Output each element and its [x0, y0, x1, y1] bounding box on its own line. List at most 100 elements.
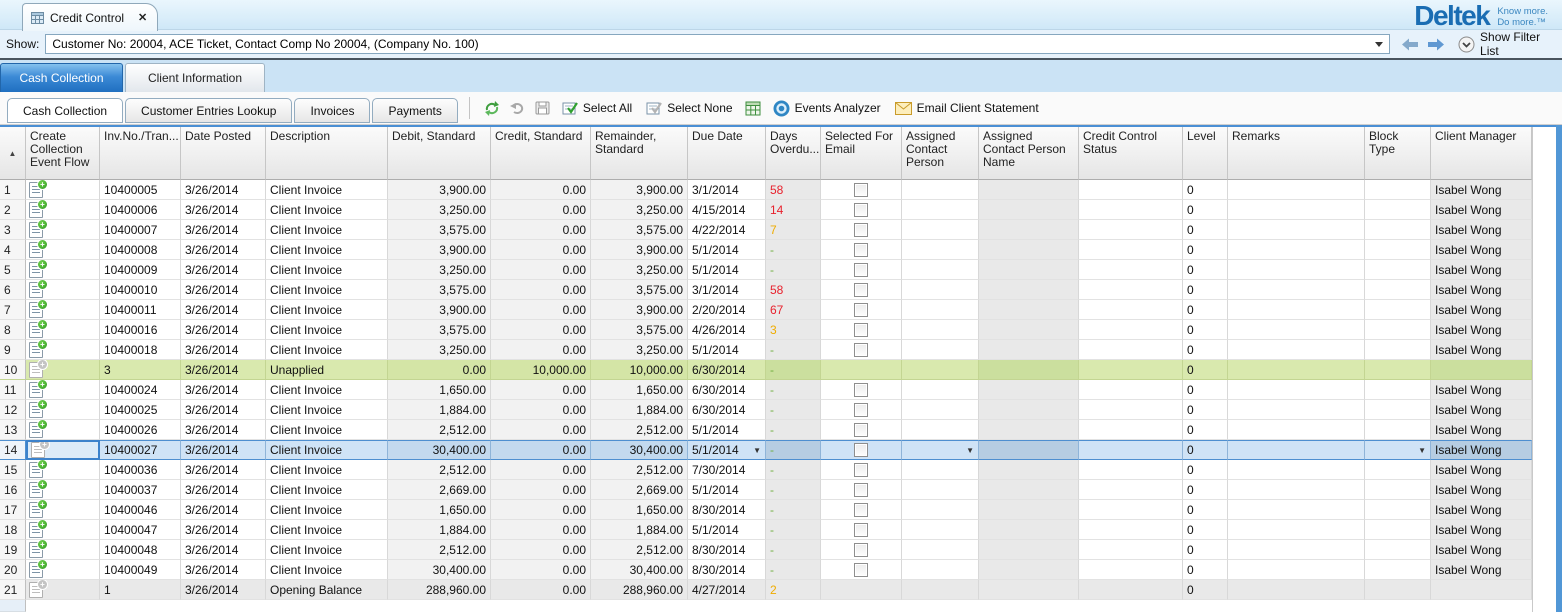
show-filter-list-button[interactable]: Show Filter List: [1458, 30, 1562, 58]
cell-level[interactable]: 0: [1183, 560, 1228, 580]
cell-date-posted[interactable]: 3/26/2014: [181, 300, 266, 320]
cell-due-date[interactable]: 6/30/2014: [688, 400, 766, 420]
create-collection-event-flow-cell[interactable]: +: [26, 240, 100, 260]
cell-assigned-contact-person[interactable]: [902, 580, 979, 600]
cell-description[interactable]: Client Invoice: [266, 260, 388, 280]
cell-due-date[interactable]: 4/27/2014: [688, 580, 766, 600]
cell-credit-control-status[interactable]: [1079, 500, 1183, 520]
subtab-invoices[interactable]: Invoices: [294, 98, 370, 123]
cell-block-type[interactable]: [1365, 540, 1431, 560]
column-header-block-type[interactable]: Block Type: [1365, 127, 1431, 180]
cell-assigned-contact-person[interactable]: [902, 340, 979, 360]
create-event-flow-icon[interactable]: +: [29, 382, 43, 398]
cell-due-date[interactable]: 8/30/2014: [688, 500, 766, 520]
row-number[interactable]: 8: [0, 320, 26, 340]
cell-block-type[interactable]: [1365, 500, 1431, 520]
cell-remarks[interactable]: [1228, 500, 1365, 520]
column-header-inv-no-tran[interactable]: Inv.No./Tran...: [100, 127, 181, 180]
dropdown-arrow-icon[interactable]: ▼: [963, 446, 974, 455]
column-header-selected-for-email[interactable]: Selected For Email: [821, 127, 902, 180]
cell-remarks[interactable]: [1228, 220, 1365, 240]
table-row[interactable]: 16+104000373/26/2014Client Invoice2,669.…: [0, 480, 1532, 500]
cell-due-date[interactable]: 8/30/2014: [688, 540, 766, 560]
table-row[interactable]: 9+104000183/26/2014Client Invoice3,250.0…: [0, 340, 1532, 360]
email-checkbox[interactable]: [854, 463, 868, 477]
cell-level[interactable]: 0: [1183, 440, 1228, 460]
cell-invoice-number[interactable]: 10400011: [100, 300, 181, 320]
next-arrow-icon[interactable]: [1427, 38, 1444, 51]
create-event-flow-icon[interactable]: +: [29, 322, 43, 338]
cell-assigned-contact-person[interactable]: ▼: [902, 440, 979, 460]
close-icon[interactable]: ✕: [138, 11, 147, 24]
cell-remarks[interactable]: [1228, 300, 1365, 320]
email-checkbox[interactable]: [854, 563, 868, 577]
save-icon[interactable]: [535, 101, 550, 115]
cell-block-type[interactable]: [1365, 380, 1431, 400]
cell-remarks[interactable]: [1228, 240, 1365, 260]
create-collection-event-flow-cell[interactable]: +: [26, 580, 100, 600]
cell-credit-control-status[interactable]: [1079, 520, 1183, 540]
cell-assigned-contact-person[interactable]: [902, 560, 979, 580]
column-header-credit-control-status[interactable]: Credit Control Status: [1079, 127, 1183, 180]
cell-assigned-contact-person[interactable]: [902, 360, 979, 380]
cell-assigned-contact-person[interactable]: [902, 220, 979, 240]
cell-level[interactable]: 0: [1183, 220, 1228, 240]
row-number[interactable]: 10: [0, 360, 26, 380]
cell-description[interactable]: Client Invoice: [266, 460, 388, 480]
table-row[interactable]: 14+104000273/26/2014Client Invoice30,400…: [0, 440, 1532, 460]
cell-invoice-number[interactable]: 10400049: [100, 560, 181, 580]
create-collection-event-flow-cell[interactable]: +: [26, 220, 100, 240]
table-row[interactable]: 7+104000113/26/2014Client Invoice3,900.0…: [0, 300, 1532, 320]
cell-invoice-number[interactable]: 10400007: [100, 220, 181, 240]
cell-remarks[interactable]: [1228, 340, 1365, 360]
cell-selected-for-email[interactable]: [821, 400, 902, 420]
cell-block-type[interactable]: [1365, 520, 1431, 540]
table-row[interactable]: 10+33/26/2014Unapplied0.0010,000.0010,00…: [0, 360, 1532, 380]
create-event-flow-icon[interactable]: +: [29, 182, 43, 198]
cell-description[interactable]: Client Invoice: [266, 240, 388, 260]
cell-date-posted[interactable]: 3/26/2014: [181, 380, 266, 400]
cell-due-date[interactable]: 6/30/2014: [688, 380, 766, 400]
email-checkbox[interactable]: [854, 263, 868, 277]
cell-block-type[interactable]: [1365, 240, 1431, 260]
cell-credit-control-status[interactable]: [1079, 200, 1183, 220]
table-row[interactable]: 13+104000263/26/2014Client Invoice2,512.…: [0, 420, 1532, 440]
cell-credit-control-status[interactable]: [1079, 220, 1183, 240]
cell-level[interactable]: 0: [1183, 240, 1228, 260]
email-checkbox[interactable]: [854, 403, 868, 417]
cell-description[interactable]: Client Invoice: [266, 400, 388, 420]
cell-remarks[interactable]: [1228, 440, 1365, 460]
cell-selected-for-email[interactable]: [821, 320, 902, 340]
create-event-flow-icon[interactable]: +: [29, 502, 43, 518]
cell-block-type[interactable]: [1365, 400, 1431, 420]
cell-selected-for-email[interactable]: [821, 180, 902, 200]
cell-credit-control-status[interactable]: [1079, 340, 1183, 360]
cell-credit-control-status[interactable]: [1079, 180, 1183, 200]
row-number[interactable]: 2: [0, 200, 26, 220]
email-checkbox[interactable]: [854, 523, 868, 537]
cell-level[interactable]: 0: [1183, 480, 1228, 500]
column-header-marker[interactable]: ▲: [0, 127, 26, 180]
cell-remarks[interactable]: [1228, 380, 1365, 400]
cell-assigned-contact-person[interactable]: [902, 460, 979, 480]
cell-invoice-number[interactable]: 10400046: [100, 500, 181, 520]
create-event-flow-icon[interactable]: +: [29, 542, 43, 558]
dropdown-arrow-icon[interactable]: [1375, 42, 1383, 47]
cell-description[interactable]: Client Invoice: [266, 180, 388, 200]
email-checkbox[interactable]: [854, 223, 868, 237]
cell-selected-for-email[interactable]: [821, 440, 902, 460]
cell-level[interactable]: 0: [1183, 520, 1228, 540]
refresh-icon[interactable]: [484, 101, 500, 116]
create-collection-event-flow-cell[interactable]: +: [26, 480, 100, 500]
cell-level[interactable]: 0: [1183, 300, 1228, 320]
cell-invoice-number[interactable]: 10400026: [100, 420, 181, 440]
create-collection-event-flow-cell[interactable]: +: [26, 560, 100, 580]
cell-invoice-number[interactable]: 10400009: [100, 260, 181, 280]
cell-level[interactable]: 0: [1183, 420, 1228, 440]
cell-description[interactable]: Client Invoice: [266, 420, 388, 440]
cell-level[interactable]: 0: [1183, 500, 1228, 520]
cell-assigned-contact-person[interactable]: [902, 540, 979, 560]
cell-invoice-number[interactable]: 10400025: [100, 400, 181, 420]
cell-level[interactable]: 0: [1183, 340, 1228, 360]
cell-selected-for-email[interactable]: [821, 380, 902, 400]
